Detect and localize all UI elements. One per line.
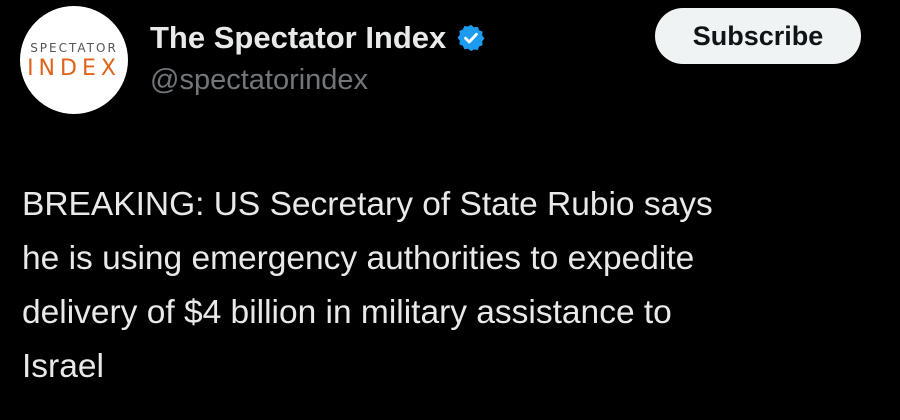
author-name-row: The Spectator Index [150,16,486,60]
avatar-logo-top-word: SPECTATOR [30,41,118,55]
tweet-card: SPECTATOR INDEX The Spectator Index @spe… [0,0,900,420]
author-display-name[interactable]: The Spectator Index [150,20,446,56]
tweet-text-line: BREAKING: US Secretary of State Rubio sa… [22,186,713,223]
avatar[interactable]: SPECTATOR INDEX [20,6,128,114]
tweet-text-line: delivery of $4 billion in military assis… [22,294,672,331]
tweet-text: BREAKING: US Secretary of State Rubio sa… [22,178,882,394]
tweet-text-line: Israel [22,348,104,385]
author-handle[interactable]: @spectatorindex [150,64,368,97]
tweet-text-line: he is using emergency authorities to exp… [22,240,695,277]
subscribe-button[interactable]: Subscribe [655,8,861,64]
avatar-logo-bottom-word: INDEX [27,56,121,81]
verified-badge-icon[interactable] [456,23,486,53]
